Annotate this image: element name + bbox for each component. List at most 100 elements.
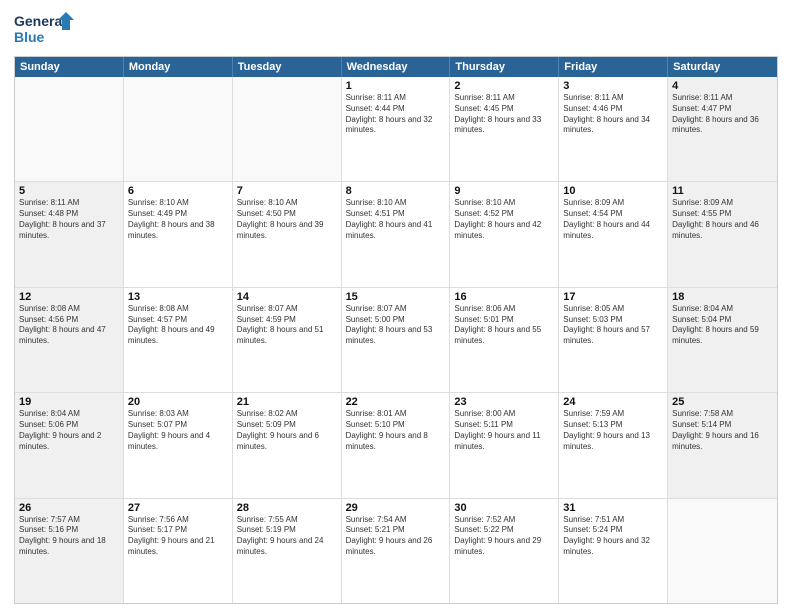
day-number: 27 [128, 502, 228, 514]
cell-info: Sunrise: 8:08 AM Sunset: 4:57 PM Dayligh… [128, 304, 228, 347]
cal-cell-day: 16Sunrise: 8:06 AM Sunset: 5:01 PM Dayli… [450, 288, 559, 392]
cal-cell-day: 9Sunrise: 8:10 AM Sunset: 4:52 PM Daylig… [450, 182, 559, 286]
cal-cell-day: 8Sunrise: 8:10 AM Sunset: 4:51 PM Daylig… [342, 182, 451, 286]
cell-info: Sunrise: 8:01 AM Sunset: 5:10 PM Dayligh… [346, 409, 446, 452]
cal-cell-day: 25Sunrise: 7:58 AM Sunset: 5:14 PM Dayli… [668, 393, 777, 497]
day-number: 11 [672, 185, 773, 197]
cal-cell-day: 4Sunrise: 8:11 AM Sunset: 4:47 PM Daylig… [668, 77, 777, 181]
day-number: 25 [672, 396, 773, 408]
cal-header-cell: Tuesday [233, 57, 342, 77]
logo-svg: General Blue [14, 10, 74, 48]
cell-info: Sunrise: 8:11 AM Sunset: 4:48 PM Dayligh… [19, 198, 119, 241]
cell-info: Sunrise: 8:07 AM Sunset: 4:59 PM Dayligh… [237, 304, 337, 347]
cal-cell-day: 27Sunrise: 7:56 AM Sunset: 5:17 PM Dayli… [124, 499, 233, 603]
cell-info: Sunrise: 7:58 AM Sunset: 5:14 PM Dayligh… [672, 409, 773, 452]
day-number: 4 [672, 80, 773, 92]
day-number: 24 [563, 396, 663, 408]
cal-row: 26Sunrise: 7:57 AM Sunset: 5:16 PM Dayli… [15, 498, 777, 603]
cal-header-cell: Thursday [450, 57, 559, 77]
cal-cell-day: 10Sunrise: 8:09 AM Sunset: 4:54 PM Dayli… [559, 182, 668, 286]
day-number: 10 [563, 185, 663, 197]
cell-info: Sunrise: 8:09 AM Sunset: 4:54 PM Dayligh… [563, 198, 663, 241]
day-number: 21 [237, 396, 337, 408]
cell-info: Sunrise: 8:11 AM Sunset: 4:45 PM Dayligh… [454, 93, 554, 136]
cal-cell-day: 21Sunrise: 8:02 AM Sunset: 5:09 PM Dayli… [233, 393, 342, 497]
cal-cell-day: 15Sunrise: 8:07 AM Sunset: 5:00 PM Dayli… [342, 288, 451, 392]
day-number: 2 [454, 80, 554, 92]
cal-header-cell: Wednesday [342, 57, 451, 77]
day-number: 31 [563, 502, 663, 514]
calendar: SundayMondayTuesdayWednesdayThursdayFrid… [14, 56, 778, 604]
cal-cell-day: 29Sunrise: 7:54 AM Sunset: 5:21 PM Dayli… [342, 499, 451, 603]
cal-row: 5Sunrise: 8:11 AM Sunset: 4:48 PM Daylig… [15, 181, 777, 286]
cell-info: Sunrise: 8:10 AM Sunset: 4:52 PM Dayligh… [454, 198, 554, 241]
cal-cell-day: 22Sunrise: 8:01 AM Sunset: 5:10 PM Dayli… [342, 393, 451, 497]
cal-cell-day: 17Sunrise: 8:05 AM Sunset: 5:03 PM Dayli… [559, 288, 668, 392]
day-number: 13 [128, 291, 228, 303]
cal-cell-day: 12Sunrise: 8:08 AM Sunset: 4:56 PM Dayli… [15, 288, 124, 392]
day-number: 14 [237, 291, 337, 303]
cell-info: Sunrise: 7:54 AM Sunset: 5:21 PM Dayligh… [346, 515, 446, 558]
cell-info: Sunrise: 8:03 AM Sunset: 5:07 PM Dayligh… [128, 409, 228, 452]
cal-cell-day: 3Sunrise: 8:11 AM Sunset: 4:46 PM Daylig… [559, 77, 668, 181]
cal-cell-day: 7Sunrise: 8:10 AM Sunset: 4:50 PM Daylig… [233, 182, 342, 286]
cal-row: 19Sunrise: 8:04 AM Sunset: 5:06 PM Dayli… [15, 392, 777, 497]
cell-info: Sunrise: 7:59 AM Sunset: 5:13 PM Dayligh… [563, 409, 663, 452]
cal-header-cell: Sunday [15, 57, 124, 77]
cal-cell-day: 6Sunrise: 8:10 AM Sunset: 4:49 PM Daylig… [124, 182, 233, 286]
day-number: 8 [346, 185, 446, 197]
cell-info: Sunrise: 8:08 AM Sunset: 4:56 PM Dayligh… [19, 304, 119, 347]
cal-cell-day: 31Sunrise: 7:51 AM Sunset: 5:24 PM Dayli… [559, 499, 668, 603]
cell-info: Sunrise: 8:11 AM Sunset: 4:44 PM Dayligh… [346, 93, 446, 136]
cell-info: Sunrise: 7:52 AM Sunset: 5:22 PM Dayligh… [454, 515, 554, 558]
cal-cell-day: 18Sunrise: 8:04 AM Sunset: 5:04 PM Dayli… [668, 288, 777, 392]
cal-cell-day: 23Sunrise: 8:00 AM Sunset: 5:11 PM Dayli… [450, 393, 559, 497]
svg-text:General: General [14, 13, 66, 29]
cal-cell-day: 5Sunrise: 8:11 AM Sunset: 4:48 PM Daylig… [15, 182, 124, 286]
cal-row: 12Sunrise: 8:08 AM Sunset: 4:56 PM Dayli… [15, 287, 777, 392]
day-number: 29 [346, 502, 446, 514]
cal-header-cell: Friday [559, 57, 668, 77]
cell-info: Sunrise: 8:11 AM Sunset: 4:46 PM Dayligh… [563, 93, 663, 136]
cal-cell-day: 19Sunrise: 8:04 AM Sunset: 5:06 PM Dayli… [15, 393, 124, 497]
day-number: 30 [454, 502, 554, 514]
cell-info: Sunrise: 8:10 AM Sunset: 4:50 PM Dayligh… [237, 198, 337, 241]
svg-text:Blue: Blue [14, 29, 45, 45]
day-number: 5 [19, 185, 119, 197]
page: General Blue SundayMondayTuesdayWednesda… [0, 0, 792, 612]
cal-cell-day: 1Sunrise: 8:11 AM Sunset: 4:44 PM Daylig… [342, 77, 451, 181]
cal-cell-empty [124, 77, 233, 181]
cal-cell-day: 30Sunrise: 7:52 AM Sunset: 5:22 PM Dayli… [450, 499, 559, 603]
day-number: 16 [454, 291, 554, 303]
cal-cell-day: 20Sunrise: 8:03 AM Sunset: 5:07 PM Dayli… [124, 393, 233, 497]
cal-cell-empty [233, 77, 342, 181]
day-number: 17 [563, 291, 663, 303]
day-number: 6 [128, 185, 228, 197]
day-number: 15 [346, 291, 446, 303]
day-number: 28 [237, 502, 337, 514]
day-number: 20 [128, 396, 228, 408]
cell-info: Sunrise: 8:05 AM Sunset: 5:03 PM Dayligh… [563, 304, 663, 347]
day-number: 22 [346, 396, 446, 408]
day-number: 9 [454, 185, 554, 197]
cell-info: Sunrise: 8:06 AM Sunset: 5:01 PM Dayligh… [454, 304, 554, 347]
day-number: 1 [346, 80, 446, 92]
cal-cell-empty [15, 77, 124, 181]
cell-info: Sunrise: 7:57 AM Sunset: 5:16 PM Dayligh… [19, 515, 119, 558]
cell-info: Sunrise: 8:04 AM Sunset: 5:04 PM Dayligh… [672, 304, 773, 347]
cal-cell-empty [668, 499, 777, 603]
cell-info: Sunrise: 7:55 AM Sunset: 5:19 PM Dayligh… [237, 515, 337, 558]
cal-cell-day: 26Sunrise: 7:57 AM Sunset: 5:16 PM Dayli… [15, 499, 124, 603]
cell-info: Sunrise: 8:10 AM Sunset: 4:51 PM Dayligh… [346, 198, 446, 241]
cell-info: Sunrise: 8:00 AM Sunset: 5:11 PM Dayligh… [454, 409, 554, 452]
day-number: 18 [672, 291, 773, 303]
cell-info: Sunrise: 7:56 AM Sunset: 5:17 PM Dayligh… [128, 515, 228, 558]
cell-info: Sunrise: 8:07 AM Sunset: 5:00 PM Dayligh… [346, 304, 446, 347]
day-number: 23 [454, 396, 554, 408]
cal-header-cell: Monday [124, 57, 233, 77]
cell-info: Sunrise: 8:04 AM Sunset: 5:06 PM Dayligh… [19, 409, 119, 452]
cell-info: Sunrise: 7:51 AM Sunset: 5:24 PM Dayligh… [563, 515, 663, 558]
day-number: 12 [19, 291, 119, 303]
cell-info: Sunrise: 8:11 AM Sunset: 4:47 PM Dayligh… [672, 93, 773, 136]
calendar-header-row: SundayMondayTuesdayWednesdayThursdayFrid… [15, 57, 777, 77]
